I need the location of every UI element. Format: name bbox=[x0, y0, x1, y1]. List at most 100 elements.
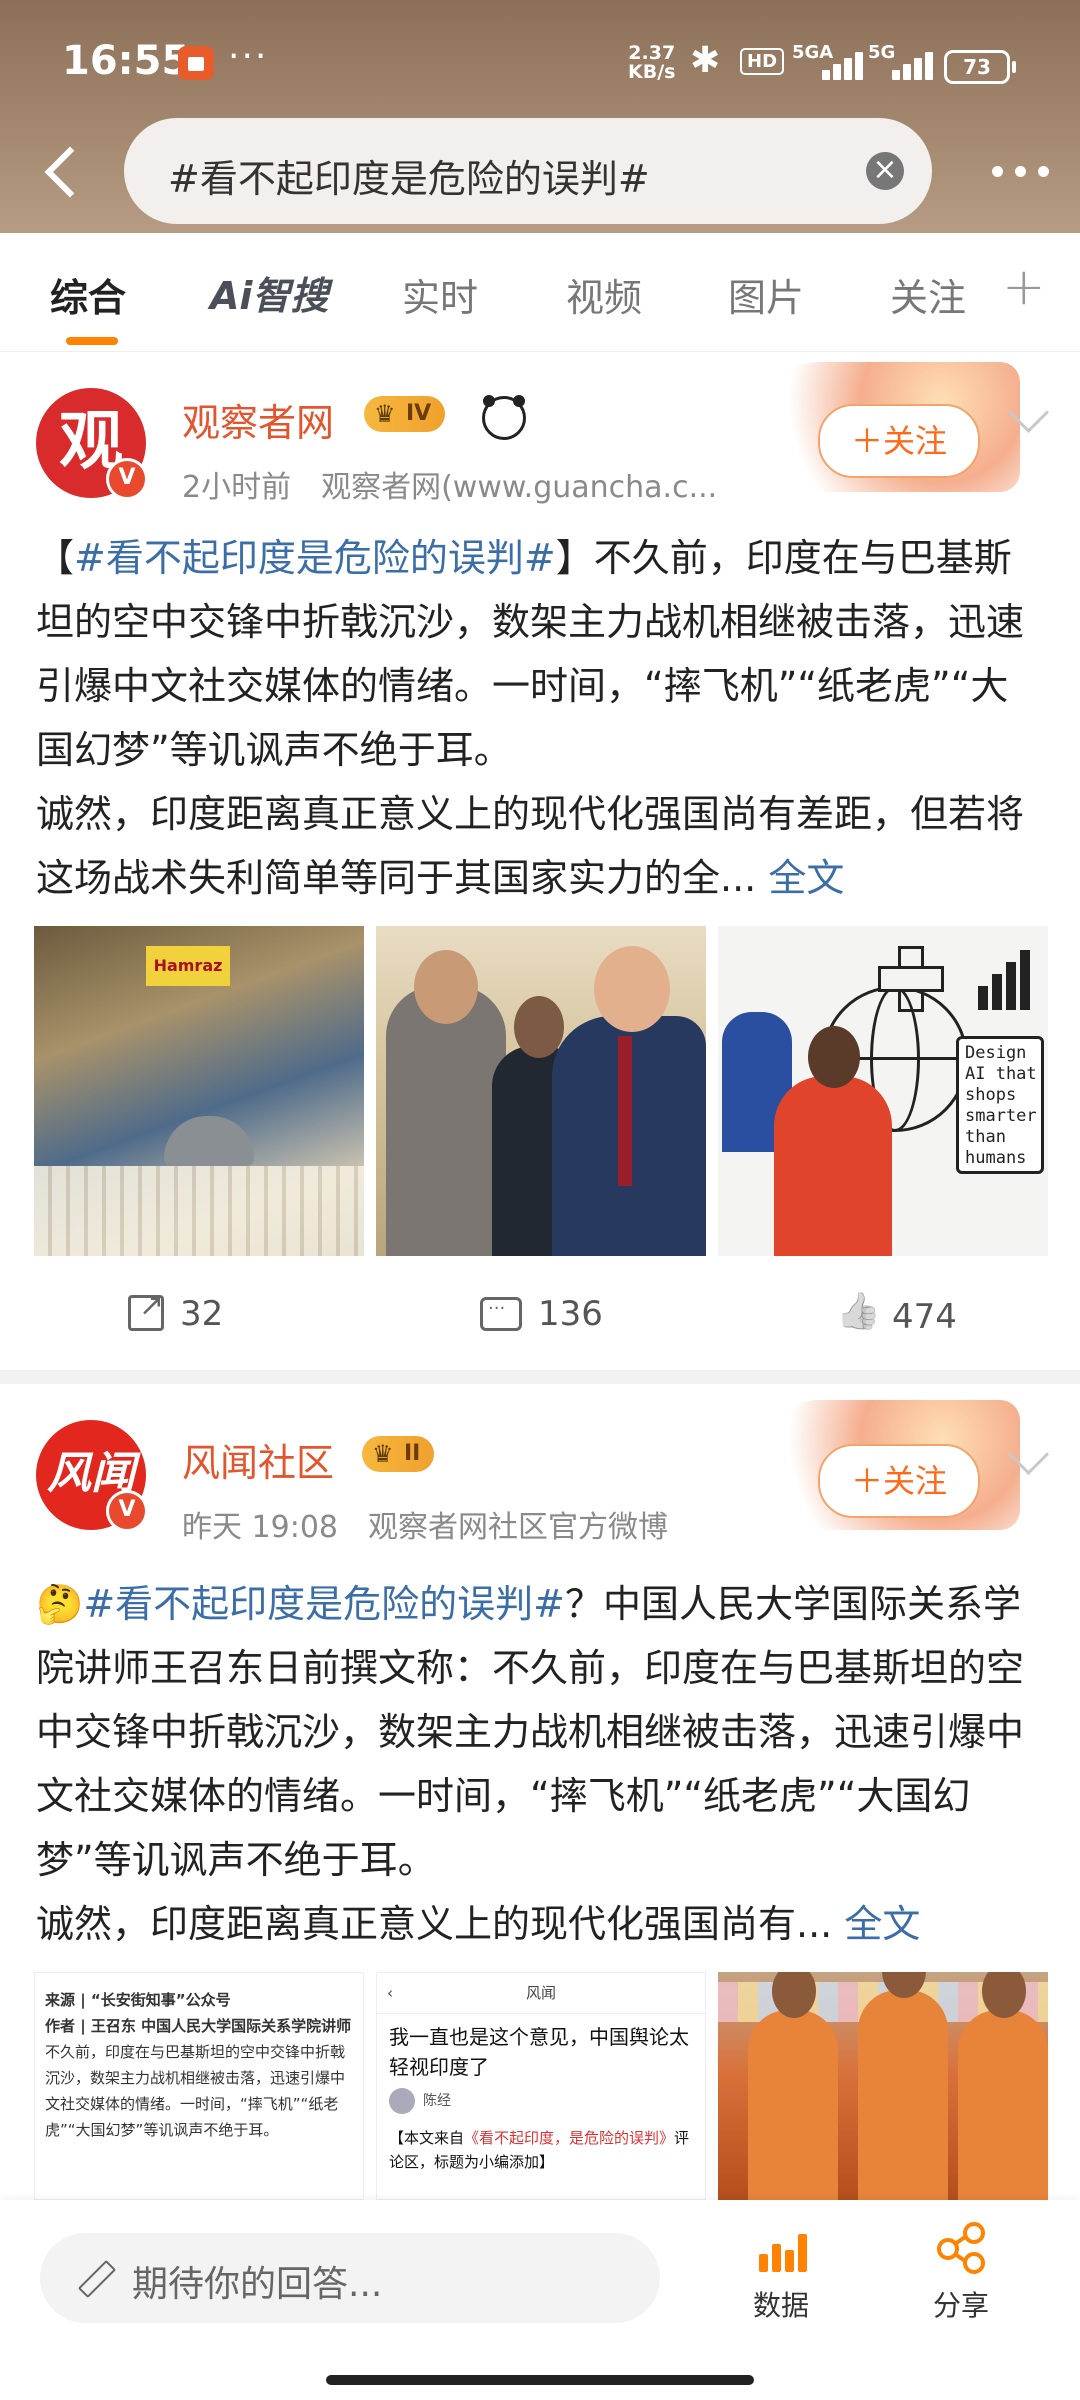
dancer-figure bbox=[958, 1972, 1048, 2200]
follow-button[interactable]: ＋关注 bbox=[818, 404, 980, 478]
dancer-figure bbox=[748, 1972, 838, 2200]
battery-icon: 73 bbox=[944, 50, 1016, 84]
image-source-line: 来源 | “长安街知事”公众号 bbox=[45, 1991, 231, 2009]
network-speed-unit: KB/s bbox=[628, 61, 676, 83]
bracket-open: 【 bbox=[36, 536, 75, 580]
post-image[interactable]: Design AI that shops smarter than humans bbox=[718, 926, 1048, 1256]
tab-video[interactable]: 视频 bbox=[566, 267, 642, 322]
bottom-bar: 期待你的回答... 数据 分享 bbox=[0, 2200, 1080, 2400]
back-button[interactable] bbox=[40, 142, 84, 202]
add-tab-icon[interactable]: + bbox=[1002, 257, 1046, 317]
share-icon bbox=[935, 2222, 987, 2274]
active-tab-indicator bbox=[66, 337, 118, 345]
level-badge: II bbox=[362, 1436, 435, 1472]
share-button[interactable]: 分享 bbox=[906, 2222, 1016, 2324]
tab-realtime[interactable]: 实时 bbox=[402, 267, 478, 322]
author-name[interactable]: 风闻社区 bbox=[182, 1432, 334, 1487]
post-time: 2小时前 bbox=[182, 470, 292, 505]
topic-link[interactable]: #看不起印度是危险的误判# bbox=[74, 536, 556, 580]
clear-search-button[interactable]: × bbox=[866, 152, 904, 190]
post-body: ？中国人民大学国际关系学院讲师王召东日前撰文称：不久前，印度在与巴基斯坦的空中交… bbox=[36, 1582, 1025, 1882]
back-chevron-icon: ‹ bbox=[387, 1984, 393, 2002]
reply-placeholder: 期待你的回答... bbox=[132, 2264, 383, 2305]
level-badge: IV bbox=[364, 396, 446, 432]
read-more-link[interactable]: 全文 bbox=[844, 1902, 920, 1946]
bar-chart-icon bbox=[978, 950, 1038, 1010]
bracket-close: 】 bbox=[555, 536, 594, 580]
post-divider bbox=[0, 1370, 1080, 1384]
data-button[interactable]: 数据 bbox=[726, 2222, 836, 2324]
post-image[interactable]: Hamraz bbox=[34, 926, 364, 1256]
image-user: 陈经 bbox=[377, 2082, 705, 2120]
avatar[interactable]: 风闻 V bbox=[36, 1420, 148, 1532]
quote-pre: 【本文来自 bbox=[389, 2129, 465, 2147]
quote-link: 《看不起印度，是危险的误判》 bbox=[464, 2129, 675, 2147]
image-author-line: 作者 | 王召东 中国人民大学国际关系学院讲师 bbox=[45, 2017, 352, 2035]
follow-button[interactable]: ＋关注 bbox=[818, 1444, 980, 1518]
shop-sign: Hamraz bbox=[146, 946, 230, 986]
data-label: 数据 bbox=[752, 2289, 809, 2322]
post-image[interactable] bbox=[376, 926, 706, 1256]
panda-icon bbox=[482, 395, 526, 440]
read-more-link[interactable]: 全文 bbox=[768, 856, 844, 900]
hd-icon: HD bbox=[740, 48, 785, 75]
more-options-button[interactable] bbox=[986, 140, 1056, 200]
post-source: 观察者网社区官方微博 bbox=[368, 1510, 668, 1545]
image-header-title: 风闻 bbox=[525, 1984, 556, 2002]
pencil-icon bbox=[76, 2257, 114, 2295]
repost-button[interactable]: 32 bbox=[128, 1288, 224, 1334]
chart-icon bbox=[755, 2222, 807, 2274]
person-figure bbox=[774, 1026, 892, 1256]
post-body-continued: 诚然，印度距离真正意义上的现代化强国尚有... bbox=[36, 1902, 833, 1946]
network-speed: 2.37 KB/s bbox=[628, 44, 675, 82]
topic-link[interactable]: #看不起印度是危险的误判# bbox=[83, 1582, 565, 1626]
share-label: 分享 bbox=[932, 2289, 989, 2322]
tab-comprehensive[interactable]: 综合 bbox=[50, 267, 126, 322]
like-button[interactable]: 474 bbox=[836, 1294, 957, 1337]
thinking-emoji-icon: 🤔 bbox=[36, 1582, 84, 1626]
status-bar: 16:55 ··· 2.37 KB/s ✱ HD 5GA 5G 73 bbox=[0, 0, 1080, 120]
signal-5g-label: 5G bbox=[868, 42, 896, 63]
status-time: 16:55 bbox=[62, 38, 190, 84]
post-actions: 32 136 474 bbox=[0, 1272, 1080, 1362]
reply-input[interactable]: 期待你的回答... bbox=[40, 2233, 660, 2323]
dancer-figure bbox=[858, 1972, 948, 2200]
post-time: 昨天 19:08 bbox=[182, 1510, 338, 1545]
post-text: 【#看不起印度是危险的误判#】不久前，印度在与巴基斯坦的空中交锋中折戟沉沙，数架… bbox=[36, 526, 1046, 910]
post-image[interactable]: 来源 | “长安街知事”公众号 作者 | 王召东 中国人民大学国际关系学院讲师 … bbox=[34, 1972, 364, 2200]
post-text: 🤔#看不起印度是危险的误判#？中国人民大学国际关系学院讲师王召东日前撰文称：不久… bbox=[36, 1572, 1046, 1956]
tab-ai-search[interactable]: Ai智搜 bbox=[210, 265, 328, 320]
verified-badge-icon: V bbox=[106, 1490, 148, 1532]
image-user-name: 陈经 bbox=[423, 2093, 451, 2109]
plus-icon bbox=[878, 946, 944, 1012]
image-body-text: 不久前，印度在与巴基斯坦的空中交锋中折戟沉沙，数架主力战机相继被击落，迅速引爆中… bbox=[45, 2043, 346, 2139]
avatar[interactable]: 观 V bbox=[36, 388, 148, 500]
signal-5ga-label: 5GA bbox=[792, 42, 834, 63]
home-indicator[interactable] bbox=[326, 2375, 754, 2385]
comment-button[interactable]: 136 bbox=[480, 1294, 603, 1334]
post-meta: 2小时前 观察者网(www.guancha.c... bbox=[182, 462, 717, 506]
bluetooth-icon: ✱ bbox=[690, 40, 721, 81]
post-meta: 昨天 19:08 观察者网社区官方微博 bbox=[182, 1502, 668, 1546]
post-body-continued: 诚然，印度距离真正意义上的现代化强国尚有差距，但若将这场战术失利简单等同于其国家… bbox=[36, 792, 1025, 900]
cart-shape bbox=[164, 1116, 254, 1166]
search-query[interactable]: #看不起印度是危险的误判# bbox=[168, 148, 650, 203]
post-card[interactable]: 风闻 V 风闻社区 II 昨天 19:08 观察者网社区官方微博 ＋关注 🤔#看不… bbox=[0, 1384, 1080, 2200]
post-card[interactable]: 观 V 观察者网 IV 2小时前观察者网(www.guancha.c... ＋关… bbox=[0, 352, 1080, 1370]
post-source: 观察者网(www.guancha.c... bbox=[321, 470, 718, 505]
repost-icon bbox=[128, 1288, 164, 1331]
author-name[interactable]: 观察者网 bbox=[182, 392, 334, 447]
person-figure bbox=[386, 950, 506, 1256]
comment-icon bbox=[480, 1297, 522, 1331]
post-image[interactable]: ‹ 风闻 我一直也是这个意见，中国舆论太轻视印度了 陈经 【本文来自《看不起印度，… bbox=[376, 1972, 706, 2200]
search-box[interactable]: #看不起印度是危险的误判# × bbox=[124, 118, 932, 224]
verified-badge-icon: V bbox=[106, 458, 148, 500]
tab-following[interactable]: 关注 bbox=[890, 267, 966, 322]
signal-5g-icon: 5G bbox=[868, 42, 944, 80]
tab-images[interactable]: 图片 bbox=[728, 267, 804, 322]
top-header: 16:55 ··· 2.37 KB/s ✱ HD 5GA 5G 73 #看不起印… bbox=[0, 0, 1080, 233]
image-title: 我一直也是这个意见，中国舆论太轻视印度了 bbox=[389, 2025, 689, 2079]
app-notification-icon bbox=[178, 46, 214, 80]
post-image[interactable] bbox=[718, 1972, 1048, 2200]
repost-count: 32 bbox=[180, 1294, 224, 1334]
